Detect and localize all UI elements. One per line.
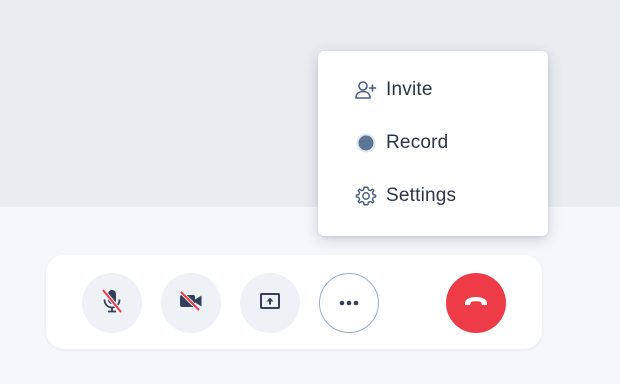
record-icon (354, 131, 378, 155)
menu-item-label: Invite (386, 78, 433, 100)
call-controls-bar (46, 255, 542, 349)
toggle-camera-button[interactable] (161, 273, 221, 333)
screen-share-icon (258, 290, 282, 317)
menu-item-settings[interactable]: Settings (318, 169, 548, 222)
gear-icon (354, 184, 378, 208)
menu-item-label: Settings (386, 184, 457, 206)
menu-item-record[interactable]: Record (318, 116, 548, 169)
video-call-screen: Invite Record Settings (0, 0, 620, 384)
camera-off-icon (177, 289, 205, 318)
more-options-menu: Invite Record Settings (318, 51, 548, 236)
hang-up-button[interactable] (446, 273, 506, 333)
menu-item-invite[interactable]: Invite (318, 63, 548, 116)
share-screen-button[interactable] (240, 273, 300, 333)
menu-item-label: Record (386, 131, 449, 153)
add-user-icon (354, 78, 378, 102)
more-options-button[interactable] (319, 273, 379, 333)
phone-hangup-icon (463, 294, 489, 313)
microphone-off-icon (99, 287, 125, 320)
more-dots-icon (337, 294, 361, 312)
mute-microphone-button[interactable] (82, 273, 142, 333)
